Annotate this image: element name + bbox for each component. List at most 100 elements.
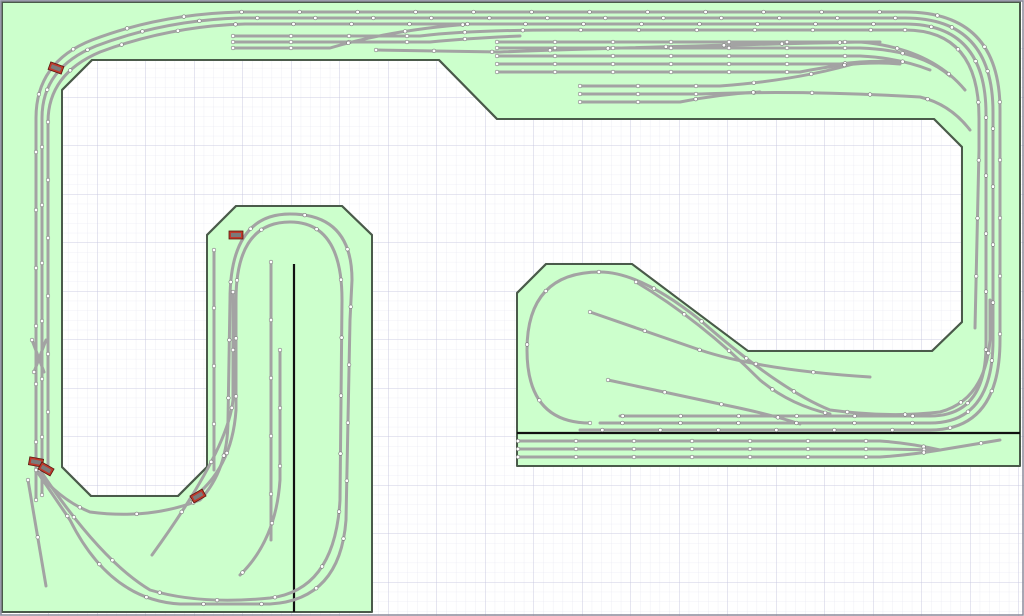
track-node-icon bbox=[573, 438, 579, 444]
track-node-icon bbox=[552, 39, 558, 45]
track-node-icon bbox=[230, 33, 236, 39]
track-node-icon bbox=[33, 439, 39, 445]
track-node-icon bbox=[809, 90, 815, 95]
track-node-icon bbox=[268, 375, 274, 381]
track-node-icon bbox=[974, 274, 979, 279]
track-node-icon bbox=[39, 492, 45, 498]
track-node-icon bbox=[31, 369, 37, 375]
track-node-icon bbox=[140, 29, 145, 34]
track-node-icon bbox=[755, 21, 760, 27]
track-node-icon bbox=[751, 90, 756, 95]
track-node-icon bbox=[658, 427, 663, 433]
track-node-icon bbox=[221, 453, 226, 458]
track-node-icon bbox=[976, 100, 981, 105]
track-node-icon bbox=[805, 446, 811, 452]
track-node-icon bbox=[39, 144, 45, 150]
track-node-icon bbox=[770, 387, 775, 392]
locomotive-icon[interactable] bbox=[228, 230, 244, 240]
track-node-icon bbox=[751, 80, 756, 85]
track-node-icon bbox=[587, 309, 593, 315]
track-node-icon bbox=[921, 450, 926, 455]
track-node-icon bbox=[33, 497, 39, 503]
track-node-icon bbox=[697, 21, 702, 27]
track-node-icon bbox=[552, 69, 558, 75]
track-node-icon bbox=[983, 289, 989, 294]
track-node-icon bbox=[794, 413, 799, 419]
track-node-icon bbox=[234, 278, 240, 283]
track-node-icon bbox=[774, 427, 779, 433]
track-node-icon bbox=[520, 28, 525, 33]
track-node-icon bbox=[902, 27, 908, 33]
track-node-icon bbox=[813, 21, 818, 27]
track-node-icon bbox=[603, 15, 608, 21]
track-node-icon bbox=[842, 45, 848, 51]
track-node-icon bbox=[348, 304, 353, 309]
track-node-icon bbox=[339, 335, 344, 340]
track-node-icon bbox=[515, 446, 521, 452]
track-node-icon bbox=[982, 44, 987, 49]
track-node-icon bbox=[837, 40, 842, 45]
track-node-icon bbox=[344, 478, 349, 483]
track-node-icon bbox=[689, 446, 695, 452]
track-node-icon bbox=[605, 46, 611, 51]
track-node-icon bbox=[990, 242, 996, 247]
track-node-icon bbox=[596, 269, 602, 275]
track-node-icon bbox=[215, 597, 220, 603]
track-node-icon bbox=[268, 433, 274, 439]
track-node-icon bbox=[71, 514, 76, 520]
track-node-icon bbox=[489, 49, 495, 55]
track-node-icon bbox=[925, 96, 930, 102]
track-node-icon bbox=[537, 398, 542, 403]
track-node-icon bbox=[494, 45, 500, 51]
track-node-icon bbox=[255, 15, 260, 21]
track-node-icon bbox=[45, 177, 51, 183]
track-node-icon bbox=[747, 454, 753, 460]
track-node-icon bbox=[573, 446, 579, 452]
track-plan-canvas[interactable] bbox=[0, 0, 1024, 616]
track-node-icon bbox=[651, 286, 657, 291]
track-node-icon bbox=[852, 420, 857, 426]
fiddle-yard-2[interactable] bbox=[516, 447, 942, 452]
track-node-icon bbox=[791, 389, 797, 394]
track-node-icon bbox=[233, 394, 239, 399]
track-node-icon bbox=[230, 45, 236, 51]
track-node-icon bbox=[810, 27, 815, 33]
track-node-icon bbox=[259, 601, 264, 607]
track-node-icon bbox=[341, 536, 346, 541]
track-node-icon bbox=[986, 351, 991, 356]
track-node-icon bbox=[620, 413, 625, 419]
track-node-icon bbox=[552, 45, 558, 51]
track-node-icon bbox=[697, 347, 702, 353]
track-node-icon bbox=[990, 184, 996, 189]
track-node-icon bbox=[842, 39, 848, 45]
track-node-icon bbox=[868, 27, 873, 33]
track-node-icon bbox=[33, 381, 39, 387]
track-node-icon bbox=[976, 158, 981, 163]
track-node-icon bbox=[645, 9, 650, 15]
track-node-icon bbox=[775, 415, 781, 420]
track-node-icon bbox=[777, 15, 782, 21]
track-node-icon bbox=[277, 347, 283, 353]
track-node-icon bbox=[297, 9, 302, 15]
track-node-icon bbox=[110, 558, 115, 563]
track-node-icon bbox=[747, 446, 753, 452]
track-node-icon bbox=[545, 15, 550, 21]
track-node-icon bbox=[997, 157, 1003, 163]
track-node-icon bbox=[958, 400, 963, 405]
track-node-icon bbox=[552, 61, 558, 67]
track-node-icon bbox=[45, 351, 51, 357]
track-node-icon bbox=[429, 15, 434, 21]
track-node-icon bbox=[403, 29, 408, 34]
track-node-icon bbox=[201, 601, 206, 607]
track-node-icon bbox=[45, 119, 51, 125]
track-node-icon bbox=[515, 438, 521, 444]
track-node-icon bbox=[635, 83, 641, 89]
track-node-icon bbox=[68, 68, 73, 73]
track-node-icon bbox=[642, 328, 647, 334]
track-node-icon bbox=[36, 92, 42, 97]
track-node-icon bbox=[703, 9, 708, 15]
track-node-icon bbox=[871, 21, 876, 27]
track-node-icon bbox=[233, 22, 238, 27]
track-node-icon bbox=[822, 410, 828, 415]
track-node-icon bbox=[726, 45, 732, 51]
